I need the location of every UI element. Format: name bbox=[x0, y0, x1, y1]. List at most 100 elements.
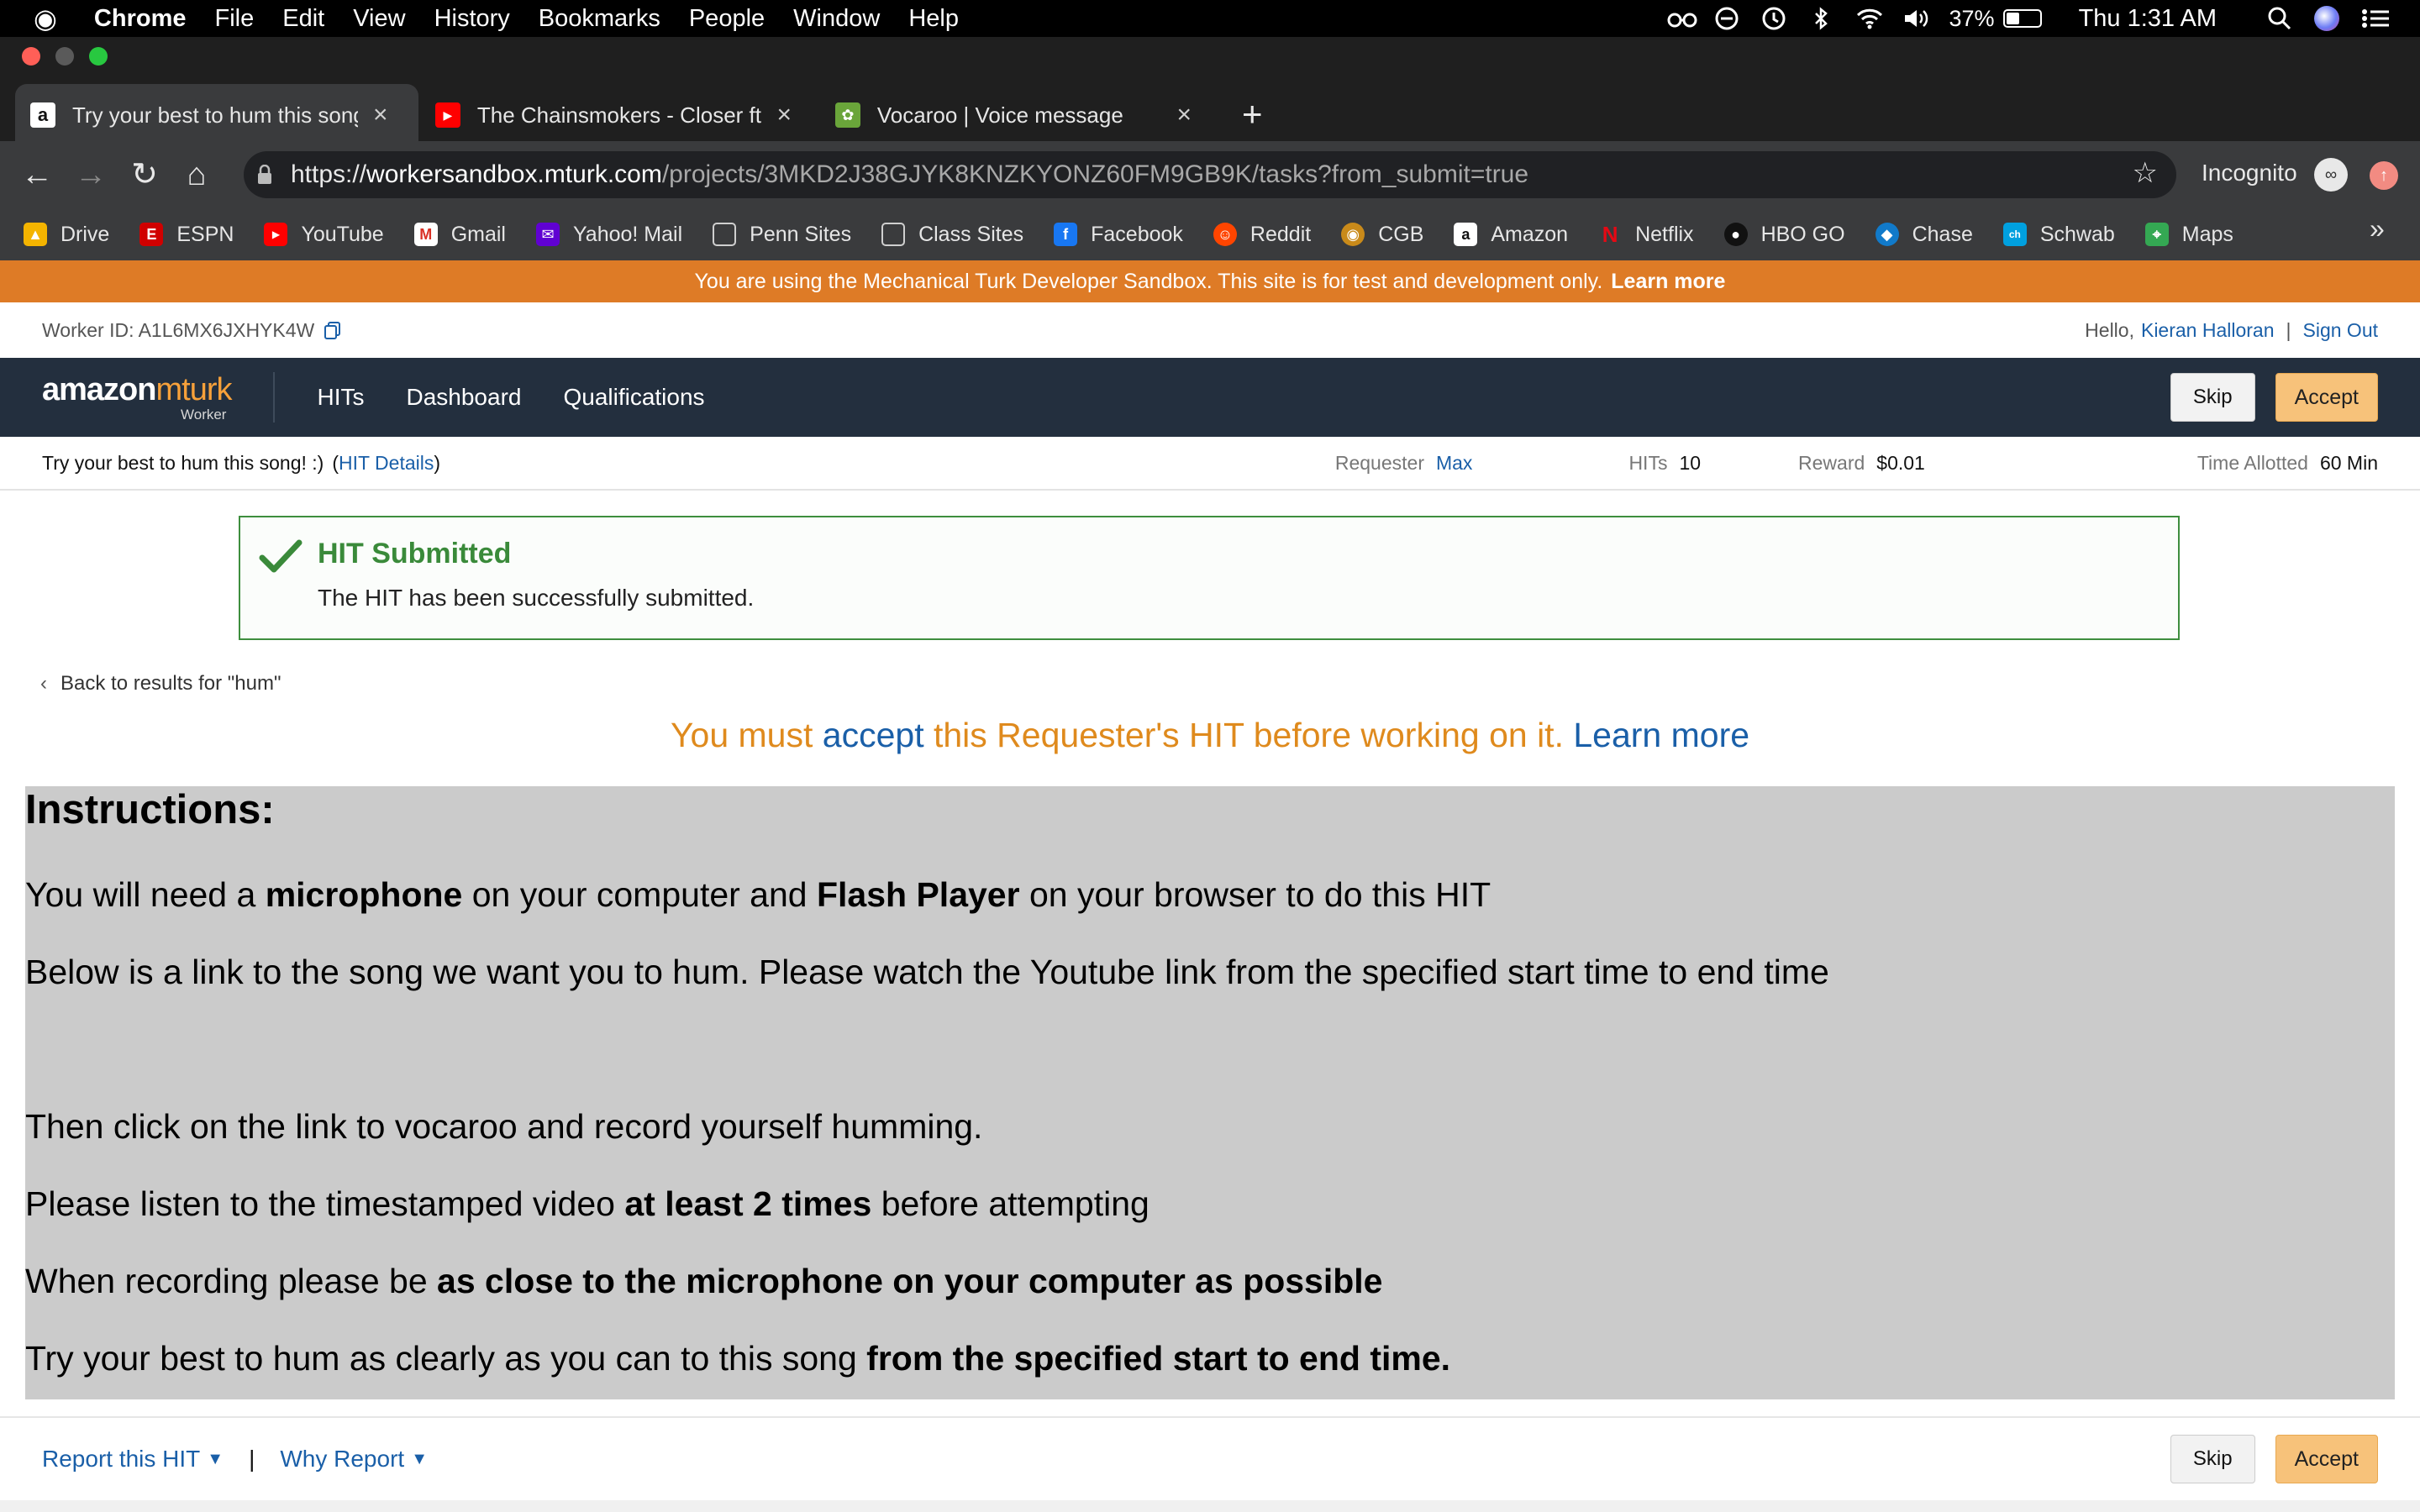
incognito-icon[interactable]: ∞ bbox=[2314, 158, 2348, 192]
text-bold: Flash Player bbox=[816, 875, 1020, 914]
volume-icon[interactable] bbox=[1902, 6, 1928, 31]
tab-youtube[interactable]: ▶ The Chainsmokers - Closer ft. Halsey × bbox=[420, 84, 807, 146]
bookmark-label: Yahoo! Mail bbox=[572, 222, 683, 246]
hit-footer: Report this HIT ▼ | Why Report ▼ Skip Acce… bbox=[0, 1416, 2420, 1500]
worker-name-link[interactable]: Kieran Halloran bbox=[2141, 319, 2275, 342]
update-icon[interactable]: ↑ bbox=[2370, 161, 2398, 190]
siri-icon[interactable] bbox=[2314, 6, 2339, 31]
bookmarks-overflow-chevron-icon[interactable]: » bbox=[2370, 213, 2385, 244]
alert-message: The HIT has been successfully submitted. bbox=[318, 585, 755, 611]
bookmark-star-icon[interactable]: ☆ bbox=[2133, 156, 2158, 190]
window-minimize-button[interactable] bbox=[55, 47, 74, 66]
hit-submitted-alert: HIT Submitted The HIT has been successfu… bbox=[239, 516, 2180, 640]
bookmark-espn[interactable]: E ESPN bbox=[139, 223, 234, 247]
menu-file[interactable]: File bbox=[215, 5, 255, 33]
vocaroo-icon: ✿ bbox=[835, 102, 860, 128]
logo-sub: Worker bbox=[181, 406, 227, 423]
bookmark-class-sites[interactable]: Class Sites bbox=[881, 223, 1023, 247]
bookmark-schwab[interactable]: ch Schwab bbox=[2002, 223, 2115, 247]
tab-vocaroo[interactable]: ✿ Vocaroo | Voice message × bbox=[820, 84, 1207, 146]
bookmark-reddit[interactable]: ☺ Reddit bbox=[1213, 223, 1311, 247]
bookmark-hbo-go[interactable]: ● HBO GO bbox=[1723, 223, 1845, 247]
close-icon[interactable]: × bbox=[1176, 101, 1192, 129]
profile-label[interactable]: Incognito bbox=[2202, 160, 2297, 186]
learn-more-link[interactable]: Learn more bbox=[1573, 716, 1749, 754]
hit-details-link[interactable]: HIT Details bbox=[339, 452, 434, 475]
footer-actions: Skip Accept bbox=[2170, 1435, 2378, 1483]
nav-hits[interactable]: HITs bbox=[317, 384, 364, 411]
text-bold: from the specified start to end time. bbox=[866, 1339, 1451, 1378]
bluetooth-icon[interactable] bbox=[1808, 6, 1833, 31]
address-bar[interactable]: https:// workersandbox.mturk.com /projec… bbox=[244, 151, 2176, 198]
bookmark-label: YouTube bbox=[301, 222, 384, 246]
text: on your computer and bbox=[462, 875, 817, 914]
bookmark-drive[interactable]: ▲ Drive bbox=[24, 223, 109, 247]
facebook-icon: f bbox=[1054, 223, 1078, 246]
bookmark-netflix[interactable]: N Netflix bbox=[1598, 222, 1694, 247]
requester-link[interactable]: Max bbox=[1436, 452, 1472, 475]
cgb-icon: ◉ bbox=[1341, 223, 1365, 246]
bookmark-label: Class Sites bbox=[918, 222, 1024, 246]
report-hit-dropdown[interactable]: Report this HIT ▼ bbox=[42, 1446, 224, 1473]
accept-link[interactable]: accept bbox=[823, 716, 924, 754]
menu-window[interactable]: Window bbox=[793, 5, 880, 33]
new-tab-plus-icon[interactable]: + bbox=[1242, 94, 1263, 134]
logo-mturk: mturk bbox=[155, 371, 232, 407]
menu-history[interactable]: History bbox=[434, 5, 510, 33]
mturk-logo[interactable]: amazonmturk Worker bbox=[42, 371, 232, 423]
sign-out-link[interactable]: Sign Out bbox=[2303, 319, 2379, 342]
back-to-results-link[interactable]: ‹ Back to results for "hum" bbox=[40, 672, 281, 696]
window-zoom-button[interactable] bbox=[89, 47, 108, 66]
menu-bookmarks[interactable]: Bookmarks bbox=[539, 5, 660, 33]
battery-icon[interactable] bbox=[2002, 9, 2042, 28]
glasses-icon[interactable] bbox=[1667, 6, 1697, 31]
bookmark-label: Penn Sites bbox=[750, 222, 852, 246]
menubar-clock[interactable]: Thu 1:31 AM bbox=[2079, 5, 2217, 33]
skip-button[interactable]: Skip bbox=[2170, 373, 2255, 422]
apple-icon[interactable]: ◉ bbox=[34, 3, 57, 34]
bookmark-amazon[interactable]: a Amazon bbox=[1454, 223, 1568, 247]
bookmark-facebook[interactable]: f Facebook bbox=[1054, 223, 1183, 247]
footer-accept-button[interactable]: Accept bbox=[2275, 1435, 2378, 1483]
wifi-icon[interactable] bbox=[1855, 6, 1882, 31]
worker-id-group: Worker ID: A1L6MX6JXHYK4W bbox=[42, 319, 343, 342]
copy-icon[interactable] bbox=[323, 320, 343, 340]
bookmark-chase[interactable]: ◆ Chase bbox=[1875, 223, 1973, 247]
tab-mturk[interactable]: a Try your best to hum this song! :) × bbox=[15, 84, 418, 146]
tab-label: Try your best to hum this song! :) bbox=[72, 102, 358, 128]
accept-button[interactable]: Accept bbox=[2275, 373, 2378, 422]
reload-icon[interactable]: ↻ bbox=[121, 151, 168, 198]
bookmark-cgb[interactable]: ◉ CGB bbox=[1341, 223, 1423, 247]
bookmark-penn-sites[interactable]: Penn Sites bbox=[713, 223, 851, 247]
menu-app-name[interactable]: Chrome bbox=[94, 5, 187, 33]
bookmark-yahoo-mail[interactable]: ✉ Yahoo! Mail bbox=[535, 222, 683, 247]
home-icon[interactable]: ⌂ bbox=[173, 151, 220, 198]
close-icon[interactable]: × bbox=[776, 101, 792, 129]
sandbox-learn-more-link[interactable]: Learn more bbox=[1611, 270, 1725, 294]
nav-qualifications[interactable]: Qualifications bbox=[563, 384, 704, 411]
back-arrow-icon[interactable]: ← bbox=[13, 151, 60, 198]
why-report-dropdown[interactable]: Why Report ▼ bbox=[280, 1446, 428, 1473]
notification-center-icon[interactable] bbox=[2361, 6, 2389, 31]
forward-arrow-icon[interactable]: → bbox=[67, 151, 114, 198]
bookmark-maps[interactable]: ⌖ Maps bbox=[2144, 222, 2233, 247]
menu-edit[interactable]: Edit bbox=[282, 5, 324, 33]
bookmark-label: Maps bbox=[2181, 222, 2233, 246]
menu-view[interactable]: View bbox=[353, 5, 405, 33]
spotlight-search-icon[interactable] bbox=[2267, 6, 2292, 31]
focus-icon[interactable] bbox=[1714, 6, 1739, 31]
close-icon[interactable]: × bbox=[373, 101, 388, 129]
text: Try your best to hum as clearly as you c… bbox=[25, 1339, 867, 1378]
bookmark-gmail[interactable]: M Gmail bbox=[413, 223, 506, 247]
folder-icon bbox=[881, 223, 906, 246]
menu-help[interactable]: Help bbox=[908, 5, 959, 33]
time-machine-icon[interactable] bbox=[1761, 6, 1786, 31]
caret-down-icon: ▼ bbox=[411, 1449, 428, 1468]
text-bold: at least 2 times bbox=[624, 1184, 872, 1223]
menu-people[interactable]: People bbox=[689, 5, 765, 33]
footer-skip-button[interactable]: Skip bbox=[2170, 1435, 2255, 1483]
bookmark-label: CGB bbox=[1378, 222, 1424, 246]
window-close-button[interactable] bbox=[22, 47, 40, 66]
bookmark-youtube[interactable]: ▶ YouTube bbox=[264, 222, 384, 247]
nav-dashboard[interactable]: Dashboard bbox=[406, 384, 521, 411]
